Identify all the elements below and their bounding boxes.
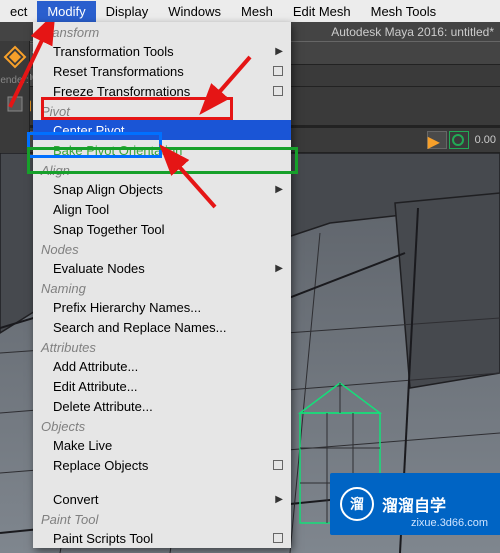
menu-align-tool[interactable]: Align Tool xyxy=(33,199,291,219)
submenu-arrow-icon: ▶ xyxy=(275,184,283,195)
menubar: ect Modify Display Windows Mesh Edit Mes… xyxy=(0,0,500,22)
label: Replace Objects xyxy=(53,458,148,473)
menu-reset-transformations[interactable]: Reset Transformations xyxy=(33,61,291,81)
menu-section-nodes: Nodes xyxy=(33,239,291,258)
watermark: 溜 溜溜自学 zixue.3d66.com xyxy=(330,473,500,535)
timeline-play-icon[interactable]: ▶ xyxy=(427,131,447,149)
label: Make Live xyxy=(53,438,112,453)
menu-modify[interactable]: Modify xyxy=(37,1,95,22)
label: Search and Replace Names... xyxy=(53,320,226,335)
modify-menu: Transform Transformation Tools ▶ Reset Tr… xyxy=(33,22,291,548)
label: Paint Scripts Tool xyxy=(53,531,153,546)
timeline-value: 0.00 xyxy=(475,134,496,146)
menu-search-replace[interactable]: Search and Replace Names... xyxy=(33,317,291,337)
label: Freeze Transformations xyxy=(53,84,190,99)
menu-delete-attribute[interactable]: Delete Attribute... xyxy=(33,396,291,416)
menu-edit-attribute[interactable]: Edit Attribute... xyxy=(33,376,291,396)
label: Edit Attribute... xyxy=(53,379,138,394)
menu-make-live[interactable]: Make Live xyxy=(33,435,291,455)
menu-convert[interactable]: Convert ▶ xyxy=(33,489,291,509)
option-box-icon[interactable] xyxy=(273,460,283,470)
menu-replace-objects[interactable]: Replace Objects xyxy=(33,455,291,475)
label: Center Pivot xyxy=(53,123,125,138)
label: Bake Pivot Orientation xyxy=(53,143,182,158)
menu-section-transform: Transform xyxy=(33,22,291,41)
menu-paint-scripts-tool[interactable]: Paint Scripts Tool xyxy=(33,528,291,548)
menu-snap-align-objects[interactable]: Snap Align Objects ▶ xyxy=(33,179,291,199)
menu-section-attributes: Attributes xyxy=(33,337,291,356)
watermark-domain: zixue.3d66.com xyxy=(411,517,488,529)
menu-bake-pivot[interactable]: Bake Pivot Orientation xyxy=(33,140,291,160)
label: Snap Together Tool xyxy=(53,222,165,237)
tool-button-1[interactable] xyxy=(3,92,27,116)
label: Evaluate Nodes xyxy=(53,261,145,276)
menu-freeze-transformations[interactable]: Freeze Transformations xyxy=(33,81,291,101)
watermark-brand: 溜溜自学 xyxy=(382,492,446,516)
menu-center-pivot[interactable]: Center Pivot xyxy=(33,120,291,140)
menu-section-paint: Paint Tool xyxy=(33,509,291,528)
menu-mesh[interactable]: Mesh xyxy=(231,1,283,22)
menu-evaluate-nodes[interactable]: Evaluate Nodes ▶ xyxy=(33,258,291,278)
menu-display[interactable]: Display xyxy=(96,1,159,22)
label: Delete Attribute... xyxy=(53,399,153,414)
label: Add Attribute... xyxy=(53,359,138,374)
menu-snap-together-tool[interactable]: Snap Together Tool xyxy=(33,219,291,239)
menu-section-objects: Objects xyxy=(33,416,291,435)
label: Transformation Tools xyxy=(53,44,174,59)
label: Snap Align Objects xyxy=(53,182,163,197)
label: Convert xyxy=(53,492,99,507)
option-box-icon[interactable] xyxy=(273,86,283,96)
label: Prefix Hierarchy Names... xyxy=(53,300,201,315)
menu-add-attribute[interactable]: Add Attribute... xyxy=(33,356,291,376)
menu-mesh-tools[interactable]: Mesh Tools xyxy=(361,1,447,22)
watermark-logo-icon: 溜 xyxy=(340,487,374,521)
label: Reset Transformations xyxy=(53,64,184,79)
window-title: Autodesk Maya 2016: untitled* xyxy=(331,25,494,39)
timeline-loop-icon[interactable] xyxy=(449,131,469,149)
toolbox: ender: xyxy=(0,41,30,153)
submenu-arrow-icon: ▶ xyxy=(275,263,283,274)
option-box-icon[interactable] xyxy=(273,66,283,76)
menu-prefix-hierarchy[interactable]: Prefix Hierarchy Names... xyxy=(33,297,291,317)
label: Align Tool xyxy=(53,202,109,217)
menu-section-align: Align xyxy=(33,160,291,179)
menu-select[interactable]: ect xyxy=(0,1,37,22)
render-label: ender: xyxy=(0,75,28,86)
menu-edit-mesh[interactable]: Edit Mesh xyxy=(283,1,361,22)
menu-windows[interactable]: Windows xyxy=(158,1,231,22)
option-box-icon[interactable] xyxy=(273,533,283,543)
menu-section-naming: Naming xyxy=(33,278,291,297)
menu-section-pivot: Pivot xyxy=(33,101,291,120)
submenu-arrow-icon: ▶ xyxy=(275,46,283,57)
menu-transformation-tools[interactable]: Transformation Tools ▶ xyxy=(33,41,291,61)
submenu-arrow-icon: ▶ xyxy=(275,494,283,505)
maya-logo-icon[interactable] xyxy=(3,45,27,69)
